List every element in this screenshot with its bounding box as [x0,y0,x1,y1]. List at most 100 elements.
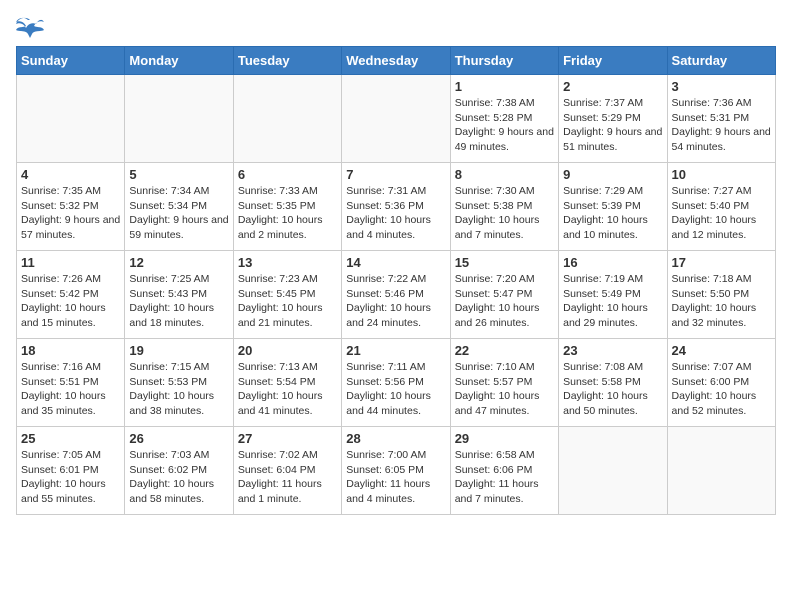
day-number: 13 [238,255,337,270]
day-header-wednesday: Wednesday [342,47,450,75]
day-number: 2 [563,79,662,94]
day-number: 26 [129,431,228,446]
calendar-cell: 24 Sunrise: 7:07 AMSunset: 6:00 PMDayligh… [667,339,775,427]
day-info: Sunrise: 7:35 AMSunset: 5:32 PMDaylight:… [21,184,120,243]
day-number: 21 [346,343,445,358]
calendar-cell [342,75,450,163]
day-number: 7 [346,167,445,182]
calendar-cell: 28 Sunrise: 7:00 AMSunset: 6:05 PMDayligh… [342,427,450,515]
day-info: Sunrise: 7:05 AMSunset: 6:01 PMDaylight:… [21,448,120,507]
day-number: 11 [21,255,120,270]
day-info: Sunrise: 7:20 AMSunset: 5:47 PMDaylight:… [455,272,554,331]
day-info: Sunrise: 7:07 AMSunset: 6:00 PMDaylight:… [672,360,771,419]
day-header-thursday: Thursday [450,47,558,75]
calendar-cell [667,427,775,515]
calendar-cell: 12Sunrise: 7:25 AMSunset: 5:43 PMDayligh… [125,251,233,339]
day-info: Sunrise: 7:31 AMSunset: 5:36 PMDaylight:… [346,184,445,243]
calendar-cell: 22Sunrise: 7:10 AMSunset: 5:57 PMDayligh… [450,339,558,427]
calendar-cell: 9 Sunrise: 7:29 AMSunset: 5:39 PMDaylight… [559,163,667,251]
day-number: 27 [238,431,337,446]
calendar-cell: 13 Sunrise: 7:23 AMSunset: 5:45 PMDayligh… [233,251,341,339]
day-info: Sunrise: 7:15 AMSunset: 5:53 PMDaylight:… [129,360,228,419]
calendar-cell: 8 Sunrise: 7:30 AMSunset: 5:38 PMDaylight… [450,163,558,251]
calendar-cell: 16 Sunrise: 7:19 AMSunset: 5:49 PMDayligh… [559,251,667,339]
calendar-cell: 14 Sunrise: 7:22 AMSunset: 5:46 PMDayligh… [342,251,450,339]
day-header-friday: Friday [559,47,667,75]
calendar-cell [233,75,341,163]
day-info: Sunrise: 7:11 AMSunset: 5:56 PMDaylight:… [346,360,445,419]
calendar-cell: 17 Sunrise: 7:18 AMSunset: 5:50 PMDayligh… [667,251,775,339]
calendar-cell: 20 Sunrise: 7:13 AMSunset: 5:54 PMDayligh… [233,339,341,427]
day-number: 8 [455,167,554,182]
calendar-cell: 7 Sunrise: 7:31 AMSunset: 5:36 PMDaylight… [342,163,450,251]
calendar-cell: 29Sunrise: 6:58 AMSunset: 6:06 PMDayligh… [450,427,558,515]
day-number: 17 [672,255,771,270]
day-info: Sunrise: 7:33 AMSunset: 5:35 PMDaylight:… [238,184,337,243]
day-number: 19 [129,343,228,358]
calendar-cell: 6 Sunrise: 7:33 AMSunset: 5:35 PMDaylight… [233,163,341,251]
day-number: 18 [21,343,120,358]
calendar-cell: 1 Sunrise: 7:38 AMSunset: 5:28 PMDaylight… [450,75,558,163]
day-info: Sunrise: 7:34 AMSunset: 5:34 PMDaylight:… [129,184,228,243]
day-info: Sunrise: 7:02 AMSunset: 6:04 PMDaylight:… [238,448,337,507]
logo-bird-icon [16,16,44,38]
day-info: Sunrise: 6:58 AMSunset: 6:06 PMDaylight:… [455,448,554,507]
day-info: Sunrise: 7:37 AMSunset: 5:29 PMDaylight:… [563,96,662,155]
day-number: 3 [672,79,771,94]
day-info: Sunrise: 7:29 AMSunset: 5:39 PMDaylight:… [563,184,662,243]
calendar-cell: 23 Sunrise: 7:08 AMSunset: 5:58 PMDayligh… [559,339,667,427]
calendar-cell [559,427,667,515]
calendar-week-1: 1 Sunrise: 7:38 AMSunset: 5:28 PMDaylight… [17,75,776,163]
calendar-cell: 11 Sunrise: 7:26 AMSunset: 5:42 PMDayligh… [17,251,125,339]
day-info: Sunrise: 7:25 AMSunset: 5:43 PMDaylight:… [129,272,228,331]
day-number: 24 [672,343,771,358]
day-info: Sunrise: 7:10 AMSunset: 5:57 PMDaylight:… [455,360,554,419]
day-info: Sunrise: 7:36 AMSunset: 5:31 PMDaylight:… [672,96,771,155]
calendar-cell: 15Sunrise: 7:20 AMSunset: 5:47 PMDayligh… [450,251,558,339]
day-number: 16 [563,255,662,270]
day-number: 4 [21,167,120,182]
calendar-week-5: 25 Sunrise: 7:05 AMSunset: 6:01 PMDayligh… [17,427,776,515]
calendar-cell: 21 Sunrise: 7:11 AMSunset: 5:56 PMDayligh… [342,339,450,427]
day-number: 5 [129,167,228,182]
day-info: Sunrise: 7:08 AMSunset: 5:58 PMDaylight:… [563,360,662,419]
calendar-cell: 4 Sunrise: 7:35 AMSunset: 5:32 PMDaylight… [17,163,125,251]
calendar-cell [125,75,233,163]
calendar-cell: 5 Sunrise: 7:34 AMSunset: 5:34 PMDaylight… [125,163,233,251]
logo [16,16,48,38]
day-info: Sunrise: 7:19 AMSunset: 5:49 PMDaylight:… [563,272,662,331]
day-number: 25 [21,431,120,446]
calendar-cell: 27 Sunrise: 7:02 AMSunset: 6:04 PMDayligh… [233,427,341,515]
day-number: 20 [238,343,337,358]
day-info: Sunrise: 7:26 AMSunset: 5:42 PMDaylight:… [21,272,120,331]
day-number: 1 [455,79,554,94]
day-header-tuesday: Tuesday [233,47,341,75]
calendar-cell: 10Sunrise: 7:27 AMSunset: 5:40 PMDayligh… [667,163,775,251]
day-info: Sunrise: 7:13 AMSunset: 5:54 PMDaylight:… [238,360,337,419]
day-header-monday: Monday [125,47,233,75]
calendar-week-2: 4 Sunrise: 7:35 AMSunset: 5:32 PMDaylight… [17,163,776,251]
day-number: 14 [346,255,445,270]
day-info: Sunrise: 7:23 AMSunset: 5:45 PMDaylight:… [238,272,337,331]
calendar-cell [17,75,125,163]
calendar-week-4: 18 Sunrise: 7:16 AMSunset: 5:51 PMDayligh… [17,339,776,427]
calendar-cell: 2 Sunrise: 7:37 AMSunset: 5:29 PMDaylight… [559,75,667,163]
calendar-week-3: 11 Sunrise: 7:26 AMSunset: 5:42 PMDayligh… [17,251,776,339]
day-info: Sunrise: 7:22 AMSunset: 5:46 PMDaylight:… [346,272,445,331]
day-number: 28 [346,431,445,446]
day-header-saturday: Saturday [667,47,775,75]
day-info: Sunrise: 7:18 AMSunset: 5:50 PMDaylight:… [672,272,771,331]
day-info: Sunrise: 7:38 AMSunset: 5:28 PMDaylight:… [455,96,554,155]
day-number: 9 [563,167,662,182]
day-number: 23 [563,343,662,358]
day-info: Sunrise: 7:16 AMSunset: 5:51 PMDaylight:… [21,360,120,419]
calendar-header-row: SundayMondayTuesdayWednesdayThursdayFrid… [17,47,776,75]
day-header-sunday: Sunday [17,47,125,75]
calendar-cell: 25 Sunrise: 7:05 AMSunset: 6:01 PMDayligh… [17,427,125,515]
day-info: Sunrise: 7:30 AMSunset: 5:38 PMDaylight:… [455,184,554,243]
header [16,16,776,38]
day-number: 10 [672,167,771,182]
day-number: 6 [238,167,337,182]
day-info: Sunrise: 7:00 AMSunset: 6:05 PMDaylight:… [346,448,445,507]
calendar-cell: 3 Sunrise: 7:36 AMSunset: 5:31 PMDaylight… [667,75,775,163]
